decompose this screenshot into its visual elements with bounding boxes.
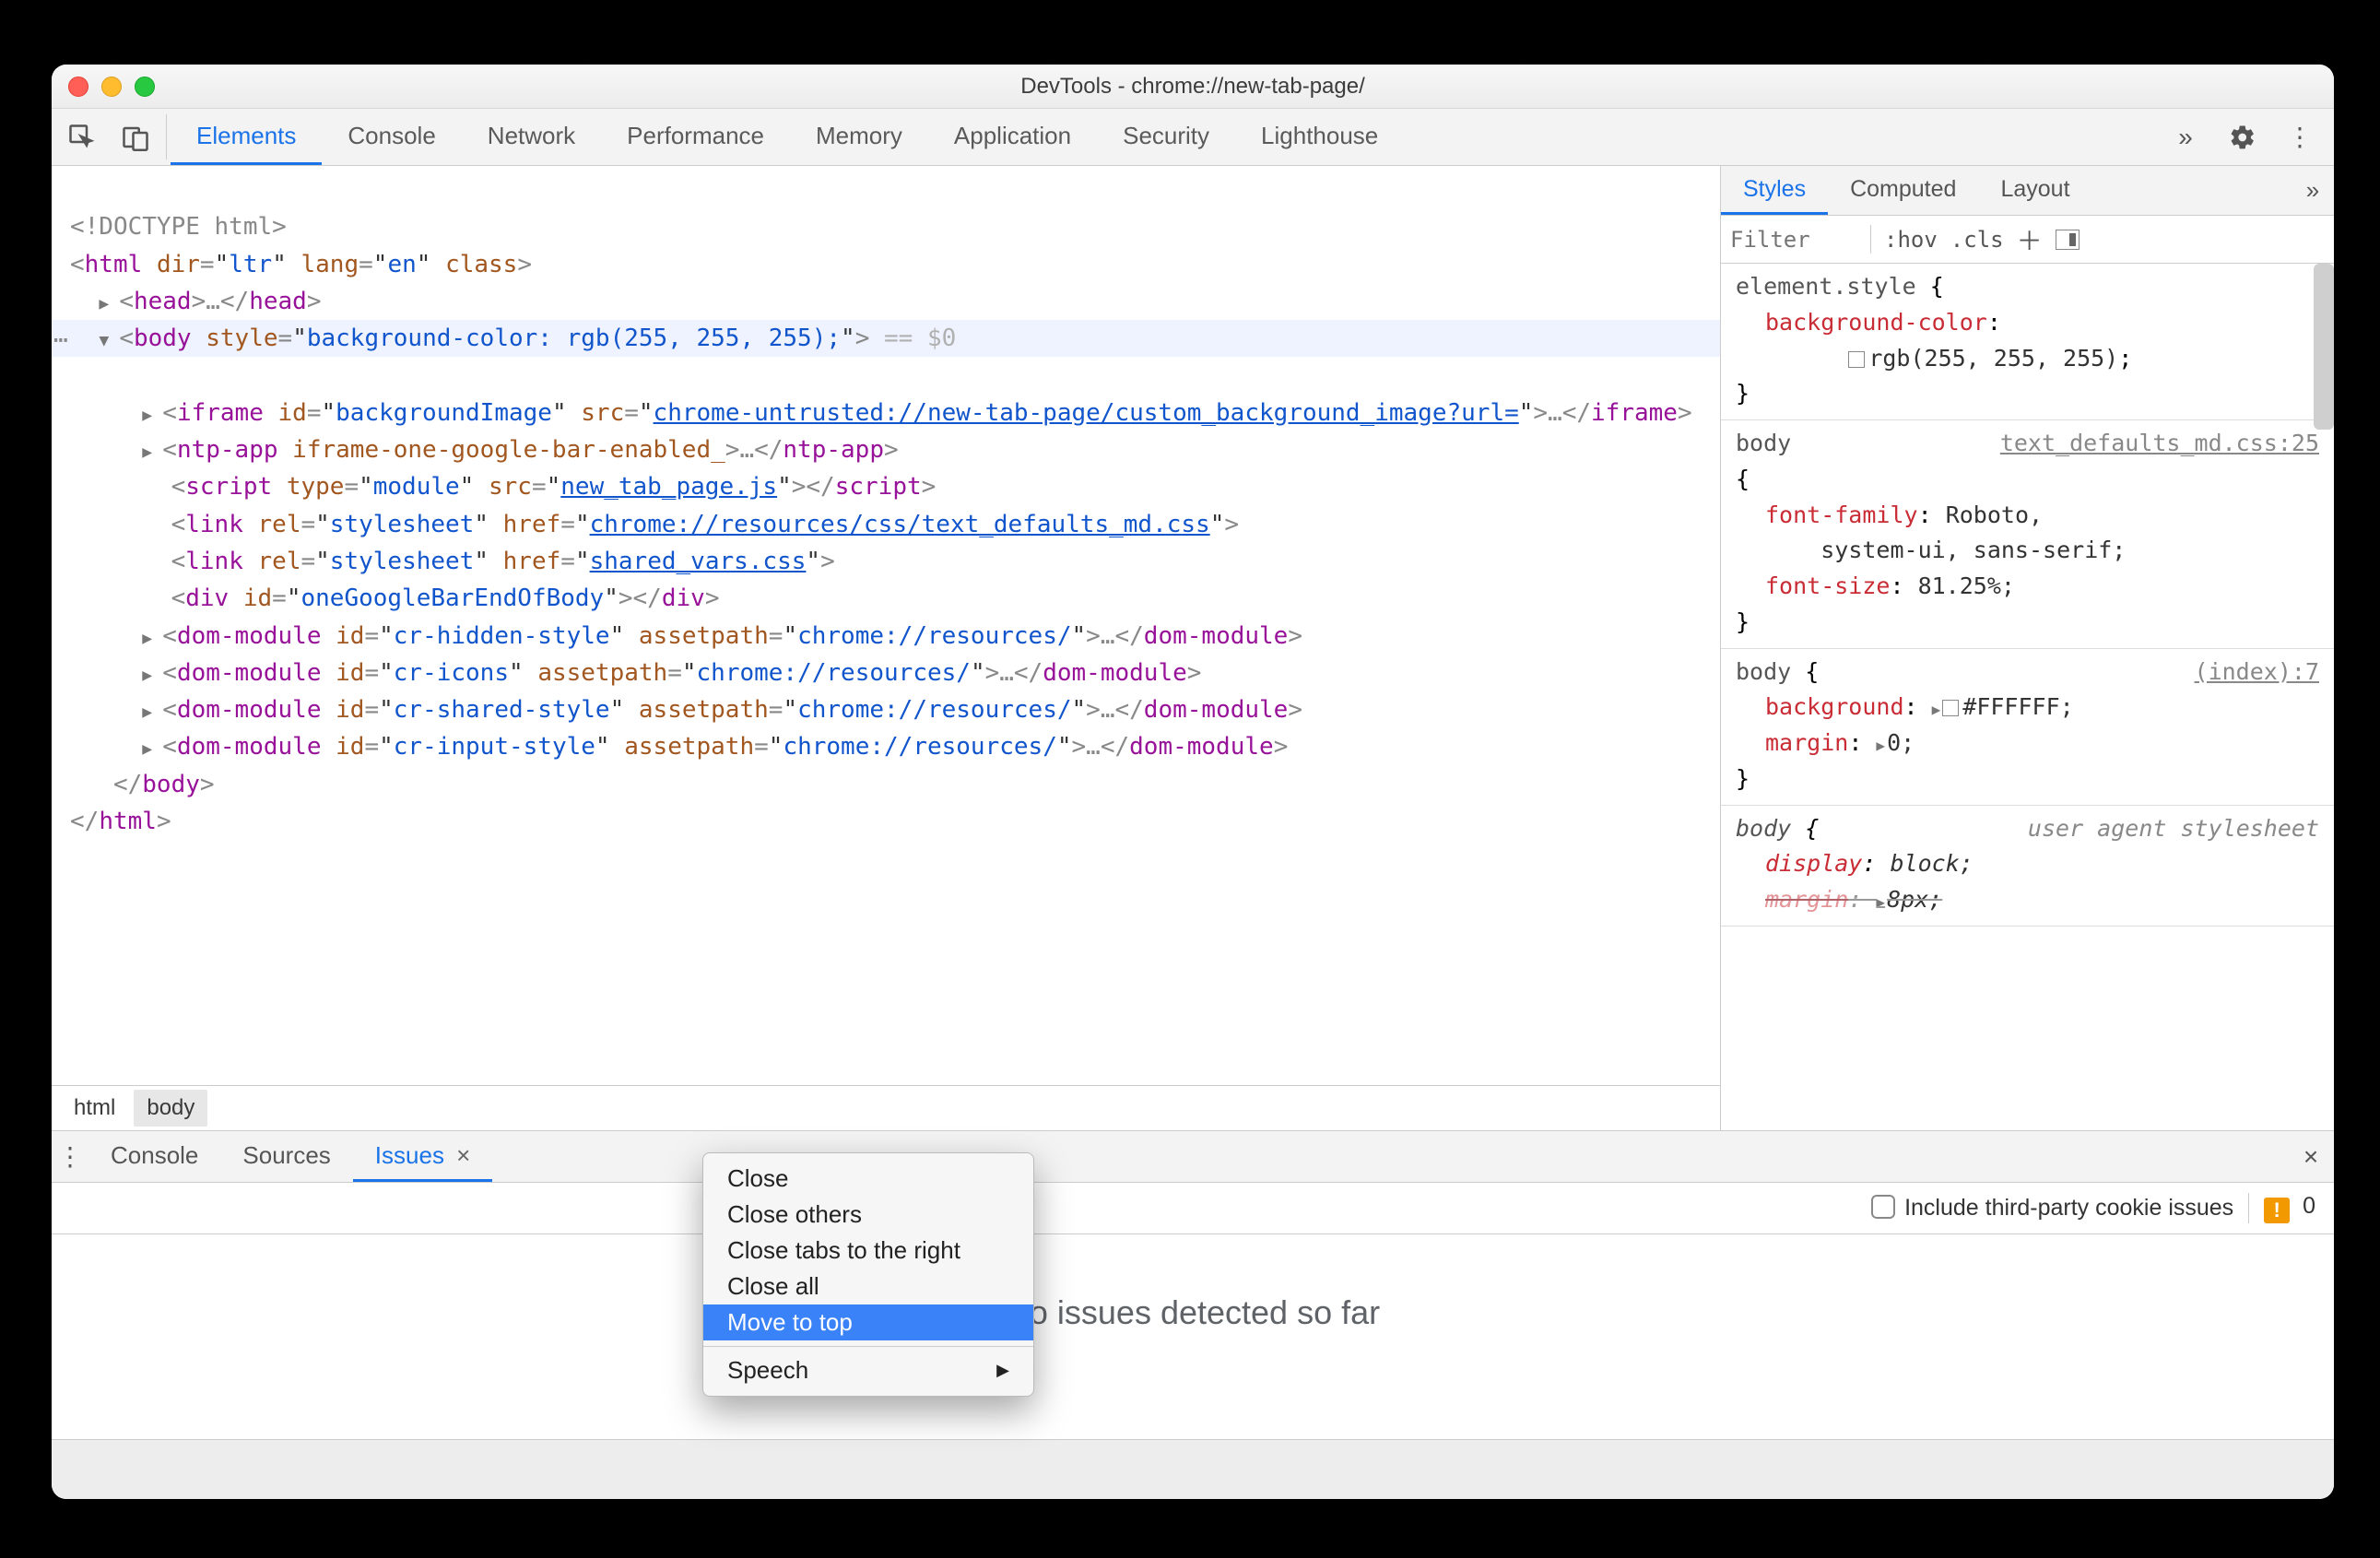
toggle-hover-button[interactable]: :hov	[1884, 227, 1938, 253]
tab-memory[interactable]: Memory	[790, 109, 928, 165]
styles-tabs: Styles Computed Layout »	[1721, 166, 2334, 216]
style-rule[interactable]: element.style { background-color: rgb(25…	[1721, 264, 2334, 420]
device-toolbar-icon[interactable]	[109, 109, 162, 165]
script-src-link[interactable]: new_tab_page.js	[560, 473, 777, 501]
stylesheet-link-1[interactable]: chrome://resources/css/text_defaults_md.…	[590, 511, 1210, 538]
expand-icon[interactable]	[142, 403, 162, 429]
tab-security[interactable]: Security	[1097, 109, 1235, 165]
tab-application[interactable]: Application	[928, 109, 1097, 165]
crumb-html[interactable]: html	[61, 1090, 128, 1127]
menu-close-tabs-to-right[interactable]: Close tabs to the right	[703, 1233, 1033, 1269]
iframe-src-link[interactable]: chrome-untrusted://new-tab-page/custom_b…	[654, 399, 1519, 427]
tab-elements[interactable]: Elements	[171, 109, 322, 165]
drawer-tabs: ⋮ Console Sources Issues × ×	[52, 1131, 2334, 1183]
expand-shorthand-icon[interactable]	[1876, 729, 1887, 756]
collapse-icon[interactable]	[99, 328, 119, 354]
new-rule-icon[interactable]: ＋	[2017, 221, 2043, 258]
styles-filter-input[interactable]	[1728, 226, 1857, 254]
stylesheet-link-2[interactable]: shared_vars.css	[590, 548, 807, 575]
warning-icon: !	[2264, 1198, 2290, 1223]
style-rules-list[interactable]: element.style { background-color: rgb(25…	[1721, 264, 2334, 1130]
styles-panel: Styles Computed Layout » :hov .cls ＋	[1720, 166, 2334, 1130]
issues-count: ! 0	[2264, 1193, 2315, 1223]
tab-network[interactable]: Network	[462, 109, 601, 165]
drawer-tab-console[interactable]: Console	[88, 1131, 220, 1182]
submenu-arrow-icon: ▶	[996, 1361, 1009, 1380]
drawer-tab-sources[interactable]: Sources	[220, 1131, 352, 1182]
style-rule[interactable]: body text_defaults_md.css:25 { font-fami…	[1721, 420, 2334, 649]
expand-icon[interactable]	[142, 626, 162, 652]
color-swatch-icon[interactable]	[1848, 351, 1865, 368]
rule-selector: body	[1736, 815, 1791, 842]
devtools-window: DevTools - chrome://new-tab-page/ Elemen…	[52, 65, 2334, 1499]
crumb-body[interactable]: body	[134, 1090, 207, 1127]
expand-icon[interactable]	[142, 663, 162, 689]
tab-console[interactable]: Console	[322, 109, 461, 165]
expand-icon[interactable]	[99, 291, 119, 317]
expand-icon[interactable]	[142, 737, 162, 762]
more-styles-tabs-icon[interactable]: »	[2292, 166, 2334, 215]
toggle-class-button[interactable]: .cls	[1950, 227, 2004, 253]
color-swatch-icon[interactable]	[1942, 700, 1959, 716]
menu-close-others[interactable]: Close others	[703, 1197, 1033, 1233]
rule-origin-link[interactable]: text_defaults_md.css:25	[2000, 426, 2319, 462]
selected-tail: == $0	[869, 325, 956, 352]
titlebar: DevTools - chrome://new-tab-page/	[52, 65, 2334, 109]
styles-toolbar: :hov .cls ＋	[1721, 216, 2334, 264]
drawer-tab-issues[interactable]: Issues ×	[353, 1131, 493, 1182]
doctype-node: <!DOCTYPE html>	[70, 213, 287, 241]
drawer: ⋮ Console Sources Issues × × Include thi…	[52, 1130, 2334, 1499]
expand-icon[interactable]	[142, 700, 162, 726]
expand-icon[interactable]	[142, 440, 162, 466]
scrollbar[interactable]	[2314, 264, 2334, 430]
minimize-window-button[interactable]	[101, 77, 122, 97]
menu-move-to-top[interactable]: Move to top	[703, 1304, 1033, 1340]
menu-speech[interactable]: Speech ▶	[703, 1352, 1033, 1388]
dom-tree[interactable]: <!DOCTYPE html> <html dir="ltr" lang="en…	[52, 166, 1720, 1085]
menu-close-all[interactable]: Close all	[703, 1269, 1033, 1304]
include-third-party-checkbox[interactable]: Include third-party cookie issues	[1871, 1195, 2233, 1222]
elements-panel: <!DOCTYPE html> <html dir="ltr" lang="en…	[52, 166, 1720, 1130]
rule-origin-ua: user agent stylesheet	[2028, 811, 2319, 847]
rule-selector: element.style	[1736, 273, 1916, 300]
rule-selector: body	[1736, 430, 1791, 456]
tab-performance[interactable]: Performance	[601, 109, 790, 165]
inspect-element-icon[interactable]	[55, 109, 109, 165]
more-tabs-icon[interactable]: »	[2162, 123, 2209, 152]
window-title: DevTools - chrome://new-tab-page/	[52, 74, 2334, 100]
zoom-window-button[interactable]	[135, 77, 155, 97]
window-controls	[68, 77, 155, 97]
breadcrumbs: html body	[52, 1085, 1720, 1130]
kebab-menu-icon[interactable]: ⋮	[2277, 122, 2323, 152]
tab-layout[interactable]: Layout	[1978, 166, 2091, 215]
expand-shorthand-icon[interactable]	[1932, 693, 1943, 720]
rule-origin-link[interactable]: (index):7	[2195, 655, 2319, 690]
close-window-button[interactable]	[68, 77, 88, 97]
rule-selector: body	[1736, 658, 1791, 685]
close-drawer-icon[interactable]: ×	[2288, 1131, 2334, 1182]
tab-styles[interactable]: Styles	[1721, 166, 1828, 215]
menu-close[interactable]: Close	[703, 1161, 1033, 1197]
main-tabs: Elements Console Network Performance Mem…	[171, 109, 1404, 165]
toggle-sidebar-icon[interactable]	[2056, 230, 2080, 250]
settings-icon[interactable]	[2220, 124, 2266, 151]
close-tab-icon[interactable]: ×	[450, 1141, 470, 1170]
style-rule[interactable]: body { (index):7 background: #FFFFFF; ma…	[1721, 649, 2334, 806]
tab-lighthouse[interactable]: Lighthouse	[1235, 109, 1404, 165]
style-rule[interactable]: body { user agent stylesheet display: bl…	[1721, 806, 2334, 927]
checkbox-icon[interactable]	[1871, 1195, 1895, 1219]
main-toolbar: Elements Console Network Performance Mem…	[52, 109, 2334, 166]
tab-computed[interactable]: Computed	[1828, 166, 1978, 215]
issues-toolbar: Include third-party cookie issues ! 0	[52, 1183, 2334, 1234]
selected-node[interactable]: ⋯ <body style="background-color: rgb(255…	[52, 320, 1720, 357]
drawer-kebab-icon[interactable]: ⋮	[52, 1131, 88, 1182]
issues-empty-state: No issues detected so far	[52, 1234, 2334, 1440]
tab-context-menu[interactable]: Close Close others Close tabs to the rig…	[702, 1152, 1034, 1397]
